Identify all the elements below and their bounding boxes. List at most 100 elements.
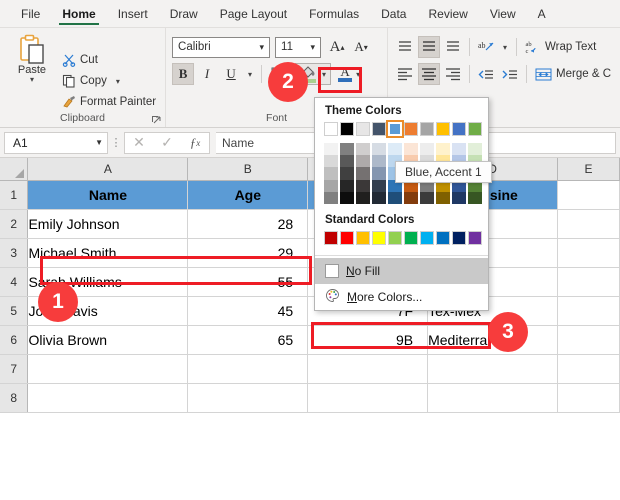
theme-color-blue-accent-1[interactable] bbox=[386, 120, 404, 138]
shade-swatch[interactable] bbox=[340, 191, 354, 204]
underline-button[interactable]: U bbox=[220, 63, 242, 85]
shade-swatch[interactable] bbox=[356, 167, 370, 180]
shade-swatch[interactable] bbox=[356, 191, 370, 204]
cell-b5[interactable]: 45 bbox=[187, 296, 309, 326]
orientation-button[interactable]: ab bbox=[475, 36, 497, 58]
cell-e3[interactable] bbox=[557, 238, 620, 268]
row-header-4[interactable]: 4 bbox=[0, 267, 29, 297]
tab-file[interactable]: File bbox=[10, 0, 51, 27]
no-fill-menu-item[interactable]: No Fill bbox=[315, 257, 488, 284]
font-name-combo[interactable]: Calibri ▾ bbox=[172, 36, 271, 58]
copy-button[interactable]: Copy ▾ bbox=[58, 71, 159, 91]
row-header-5[interactable]: 5 bbox=[0, 296, 29, 326]
cell-b7[interactable] bbox=[187, 354, 309, 384]
align-left-button[interactable] bbox=[394, 63, 416, 85]
shade-swatch[interactable] bbox=[436, 191, 450, 204]
theme-color-gold-accent-4[interactable] bbox=[436, 122, 450, 136]
standard-color-blue[interactable] bbox=[436, 230, 450, 245]
decrease-indent-button[interactable] bbox=[475, 63, 497, 85]
cell-c6[interactable]: 9B bbox=[307, 325, 429, 355]
shade-swatch[interactable] bbox=[372, 143, 386, 156]
shade-swatch[interactable] bbox=[388, 191, 402, 204]
cell-a2[interactable]: Emily Johnson bbox=[27, 209, 189, 239]
select-all-corner[interactable] bbox=[0, 158, 29, 181]
shade-swatch[interactable] bbox=[324, 167, 338, 180]
tab-view[interactable]: View bbox=[479, 0, 527, 27]
name-box[interactable]: A1 ▼ bbox=[4, 131, 108, 154]
column-header-b[interactable]: B bbox=[187, 158, 309, 181]
theme-color-white[interactable] bbox=[324, 122, 338, 136]
shade-swatch[interactable] bbox=[372, 179, 386, 192]
shade-swatch[interactable] bbox=[404, 143, 418, 156]
increase-indent-button[interactable] bbox=[499, 63, 521, 85]
font-size-combo[interactable]: 11 ▾ bbox=[275, 36, 322, 58]
cancel-icon[interactable]: ✕ bbox=[125, 133, 153, 153]
column-header-a[interactable]: A bbox=[27, 158, 189, 181]
shade-swatch[interactable] bbox=[372, 167, 386, 180]
shade-swatch[interactable] bbox=[372, 155, 386, 168]
cell-c7[interactable] bbox=[307, 354, 429, 384]
align-right-button[interactable] bbox=[442, 63, 464, 85]
cell-e2[interactable] bbox=[557, 209, 620, 239]
wrap-text-button[interactable]: ab c Wrap Text bbox=[522, 36, 599, 58]
theme-color-gray-accent-3[interactable] bbox=[420, 122, 434, 136]
cell-d8[interactable] bbox=[427, 383, 559, 413]
row-header-3[interactable]: 3 bbox=[0, 238, 29, 268]
row-header-1[interactable]: 1 bbox=[0, 180, 29, 210]
chevron-down-icon[interactable]: ▾ bbox=[116, 77, 120, 85]
chevron-down-icon[interactable]: ▾ bbox=[308, 42, 319, 53]
check-icon[interactable]: ✓ bbox=[153, 133, 181, 153]
cell-e6[interactable] bbox=[557, 325, 620, 355]
cell-c8[interactable] bbox=[307, 383, 429, 413]
row-header-8[interactable]: 8 bbox=[0, 383, 29, 413]
bold-button[interactable]: B bbox=[172, 63, 195, 85]
theme-color-dark-blue[interactable] bbox=[372, 122, 386, 136]
format-painter-button[interactable]: Format Painter bbox=[58, 92, 159, 112]
shade-swatch[interactable] bbox=[340, 155, 354, 168]
font-color-button[interactable]: A ▾ bbox=[338, 65, 360, 82]
align-center-button[interactable] bbox=[418, 63, 441, 85]
row-header-6[interactable]: 6 bbox=[0, 325, 29, 355]
align-middle-button[interactable] bbox=[418, 36, 441, 58]
shade-swatch[interactable] bbox=[356, 179, 370, 192]
tab-automate[interactable]: A bbox=[527, 0, 557, 27]
cell-e8[interactable] bbox=[557, 383, 620, 413]
shade-swatch[interactable] bbox=[324, 179, 338, 192]
shade-swatch[interactable] bbox=[340, 143, 354, 156]
tab-home[interactable]: Home bbox=[51, 0, 106, 27]
chevron-down-icon[interactable]: ▾ bbox=[257, 42, 268, 53]
more-colors-menu-item[interactable]: More Colors... bbox=[315, 284, 488, 310]
shade-swatch[interactable] bbox=[420, 191, 434, 204]
standard-color-light-green[interactable] bbox=[388, 230, 402, 245]
cell-a1[interactable]: Name bbox=[27, 180, 189, 210]
shade-swatch[interactable] bbox=[356, 155, 370, 168]
theme-color-light-gray[interactable] bbox=[356, 122, 370, 136]
shade-swatch[interactable] bbox=[452, 191, 466, 204]
increase-font-size-button[interactable]: A ▴ bbox=[326, 36, 348, 58]
cell-a7[interactable] bbox=[27, 354, 189, 384]
tab-page-layout[interactable]: Page Layout bbox=[209, 0, 298, 27]
shade-swatch[interactable] bbox=[324, 155, 338, 168]
cell-a6[interactable]: Olivia Brown bbox=[27, 325, 189, 355]
shade-swatch[interactable] bbox=[468, 143, 482, 156]
fx-icon[interactable]: ƒx bbox=[181, 133, 209, 153]
row-header-7[interactable]: 7 bbox=[0, 354, 29, 384]
theme-color-green-accent-6[interactable] bbox=[468, 122, 482, 136]
tab-draw[interactable]: Draw bbox=[159, 0, 209, 27]
chevron-down-icon[interactable]: ▼ bbox=[95, 138, 103, 147]
shade-swatch[interactable] bbox=[340, 179, 354, 192]
cell-e1[interactable] bbox=[557, 180, 620, 210]
theme-color-orange-accent-2[interactable] bbox=[404, 122, 418, 136]
shade-swatch[interactable] bbox=[420, 143, 434, 156]
tab-insert[interactable]: Insert bbox=[107, 0, 159, 27]
orientation-dropdown[interactable]: ▾ bbox=[499, 36, 511, 58]
align-top-button[interactable] bbox=[394, 36, 416, 58]
shade-swatch[interactable] bbox=[356, 143, 370, 156]
cell-b3[interactable]: 29 bbox=[187, 238, 309, 268]
standard-color-yellow[interactable] bbox=[372, 230, 386, 245]
cell-b8[interactable] bbox=[187, 383, 309, 413]
tab-review[interactable]: Review bbox=[417, 0, 478, 27]
standard-color-light-blue[interactable] bbox=[420, 230, 434, 245]
cell-b2[interactable]: 28 bbox=[187, 209, 309, 239]
decrease-font-size-button[interactable]: A ▾ bbox=[350, 36, 372, 58]
